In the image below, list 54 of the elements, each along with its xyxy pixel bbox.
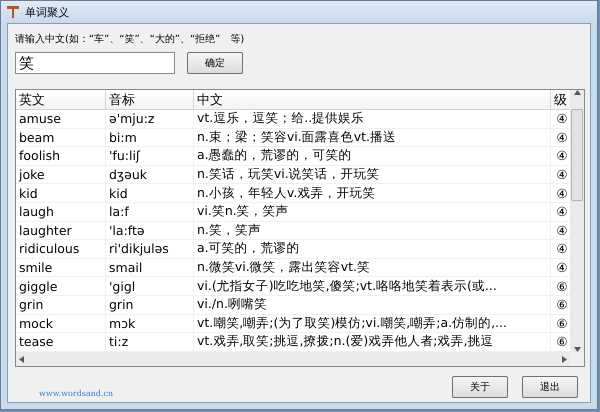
table-cell: laughter (16, 222, 106, 240)
window-title: 单词聚义 (25, 4, 69, 20)
table-cell: n.微笑vi.微笑，露出笑容vt.笑 (194, 258, 551, 278)
table-cell: amuse (16, 110, 106, 129)
table-cell: giggle (16, 277, 106, 296)
table-cell: smail (106, 258, 194, 278)
scroll-up-icon[interactable] (574, 90, 580, 95)
table-cell: 'fu:liʃ (106, 147, 194, 166)
input-field[interactable]: 笑 (15, 52, 175, 74)
table-cell: dʒəuk (106, 166, 194, 184)
table-cell: ə'mju:z (106, 110, 194, 129)
table-cell: 'gigl (106, 277, 194, 296)
confirm-button[interactable]: 确定 (187, 52, 243, 74)
app-icon (7, 6, 19, 18)
table-cell: 'la:ftə (106, 222, 194, 240)
scroll-thumb[interactable] (571, 109, 583, 201)
column-header[interactable]: 中文 (194, 90, 551, 110)
dialog-button[interactable]: 退出 (522, 376, 578, 398)
table-cell: kid (16, 184, 106, 203)
table-cell: vi.笑n.笑，笑声 (194, 202, 551, 222)
table-cell: smile (16, 258, 106, 278)
table-cell: foolish (16, 147, 106, 166)
table-cell: mɔk (106, 314, 194, 334)
vertical-scrollbar[interactable] (570, 90, 584, 352)
table-cell: a.可笑的，荒谬的 (194, 240, 551, 259)
table-cell: n.小孩，年轻人v.戏弄，开玩笑 (194, 184, 551, 203)
table-cell: n.笑话，玩笑vi.说笑话，开玩笑 (194, 166, 551, 184)
column-header[interactable]: 英文 (16, 90, 106, 110)
table-cell: vt.逗乐，逗笑；给..提供娱乐 (194, 110, 551, 129)
table-cell: mock (16, 314, 106, 334)
table-cell: laugh (16, 202, 106, 222)
table-cell: n.束；梁；笑容vi.面露喜色vt.播送 (194, 128, 551, 148)
table-cell: beam (16, 128, 106, 148)
table-cell: joke (16, 166, 106, 184)
horizontal-scrollbar[interactable] (16, 352, 570, 366)
scroll-right-icon[interactable] (562, 356, 567, 362)
table-cell: vt.嘲笑,嘲弄;(为了取笑)模仿;vi.嘲笑,嘲弄;a.仿制的,... (194, 314, 551, 334)
table-cell: kid (106, 184, 194, 203)
table-cell: ridiculous (16, 240, 106, 259)
scroll-left-icon[interactable] (19, 356, 24, 362)
table-cell: grin (16, 296, 106, 315)
table-cell: la:f (106, 202, 194, 222)
dialog-button[interactable]: 关于 (452, 376, 508, 398)
input-prompt: 请输入中文(如：“车”、“笑”、“大的”、“拒绝” 等) (15, 32, 246, 46)
table-cell: vi.(尤指女子)吃吃地笑,傻笑;vt.咯咯地笑着表示(或... (194, 277, 551, 296)
table-cell: n.笑，笑声 (194, 222, 551, 240)
table-cell: a.愚蠢的，荒谬的，可笑的 (194, 147, 551, 166)
table-cell: grin (106, 296, 194, 315)
website-link[interactable]: www.wordsand.cn (39, 389, 114, 398)
column-header[interactable]: 音标 (106, 90, 194, 110)
table-cell: bi:m (106, 128, 194, 148)
scrollbar-corner (570, 352, 584, 366)
table-cell: ri'dikjuləs (106, 240, 194, 259)
table-cell: vi./n.咧嘴笑 (194, 296, 551, 315)
